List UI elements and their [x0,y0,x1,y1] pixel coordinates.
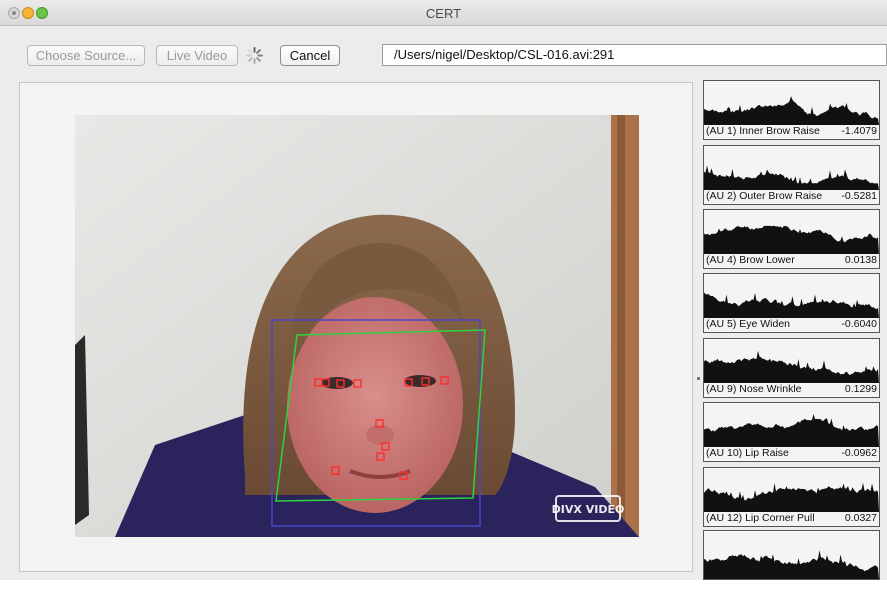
action-unit-panel: (AU 12) Lip Corner Pull 0.0327 [703,467,880,527]
action-unit-value: 0.0138 [844,254,877,266]
action-unit-value: 0.0327 [844,512,877,524]
action-unit-history-graph [704,350,879,383]
action-unit-name: (AU 2) Outer Brow Raise [706,190,823,202]
action-unit-panel: (AU 1) Inner Brow Raise -1.4079 [703,80,880,140]
action-unit-panel [703,530,880,580]
svg-text:DIVX VIDEO: DIVX VIDEO [552,503,625,516]
action-unit-label-row: (AU 5) Eye Widen -0.6040 [706,318,877,331]
action-unit-value: -0.5281 [841,190,877,202]
video-frame: DIVX VIDEO [75,115,639,537]
cancel-button[interactable]: Cancel [280,45,340,66]
choose-source-button[interactable]: Choose Source... [27,45,145,66]
action-unit-label-row: (AU 2) Outer Brow Raise -0.5281 [706,190,877,203]
action-unit-history-graph [704,414,879,447]
window-title: CERT [425,6,462,21]
action-unit-history-graph [704,225,879,254]
action-unit-name: (AU 9) Nose Wrinkle [706,383,802,395]
action-unit-panel: (AU 9) Nose Wrinkle 0.1299 [703,338,880,398]
action-unit-history-graph [704,292,879,318]
action-unit-name: (AU 5) Eye Widen [706,318,791,330]
action-unit-panel: (AU 10) Lip Raise -0.0962 [703,402,880,462]
action-unit-name: (AU 1) Inner Brow Raise [706,125,820,137]
action-unit-name: (AU 10) Lip Raise [706,447,789,459]
loading-spinner-icon [246,47,263,64]
action-unit-label-row: (AU 9) Nose Wrinkle 0.1299 [706,383,877,396]
scroll-marker [697,377,700,380]
action-unit-label-row: (AU 1) Inner Brow Raise -1.4079 [706,125,877,138]
action-unit-name: (AU 4) Brow Lower [706,254,795,266]
source-path-field[interactable]: /Users/nigel/Desktop/CSL-016.avi:291 [382,44,887,66]
action-unit-history-graph [704,165,879,190]
action-unit-name: (AU 12) Lip Corner Pull [706,512,815,524]
title-bar: CERT [0,0,887,26]
action-unit-history-graph [704,482,879,512]
action-unit-label-row: (AU 4) Brow Lower 0.0138 [706,254,877,267]
cert-window: CERT Choose Source... Live Video Cancel … [0,0,887,580]
action-unit-label-row: (AU 10) Lip Raise -0.0962 [706,447,877,460]
live-video-button[interactable]: Live Video [156,45,238,66]
action-unit-history-graph [704,550,879,579]
action-unit-value: -0.6040 [841,318,877,330]
action-unit-panel: (AU 2) Outer Brow Raise -0.5281 [703,145,880,205]
action-unit-value: 0.1299 [844,383,877,395]
action-unit-value: -1.4079 [841,125,877,137]
action-unit-value: -0.0962 [841,447,877,459]
action-unit-history-graph [704,96,879,125]
action-unit-panel: (AU 4) Brow Lower 0.0138 [703,209,880,269]
action-unit-label-row: (AU 12) Lip Corner Pull 0.0327 [706,512,877,525]
action-unit-panel: (AU 5) Eye Widen -0.6040 [703,273,880,333]
